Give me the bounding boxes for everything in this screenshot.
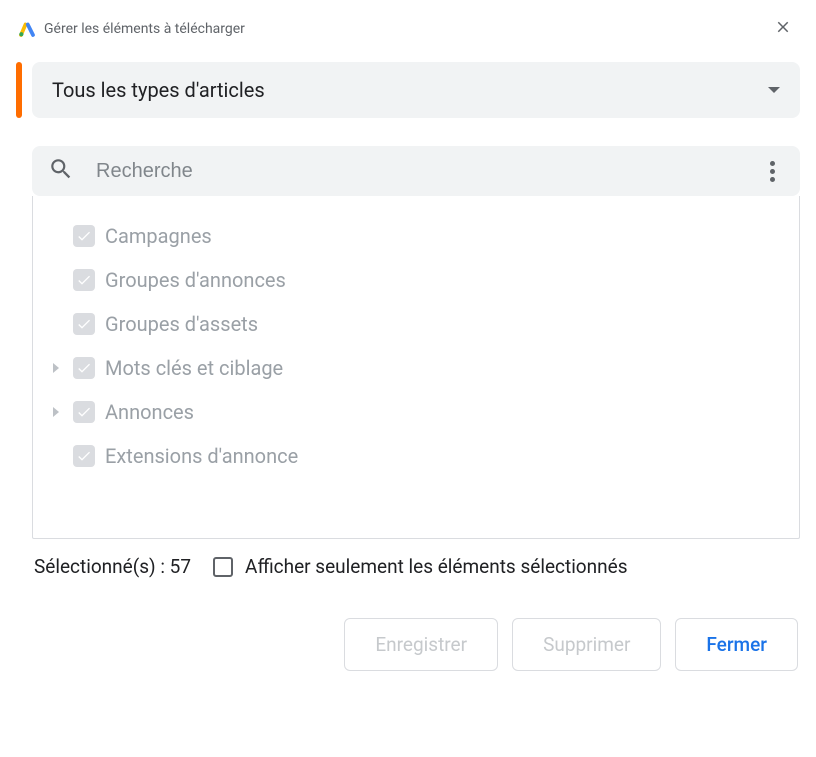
tree-label: Groupes d'assets: [105, 312, 258, 336]
checkbox-checked-icon[interactable]: [73, 401, 95, 423]
checkbox-checked-icon[interactable]: [73, 357, 95, 379]
checkbox-checked-icon[interactable]: [73, 445, 95, 467]
more-options-icon[interactable]: [760, 157, 784, 186]
search-icon: [48, 156, 74, 186]
delete-button[interactable]: Supprimer: [512, 618, 661, 671]
tree-item-annonces[interactable]: Annonces: [45, 390, 787, 434]
close-button[interactable]: Fermer: [675, 618, 798, 671]
tree-item-groupes-annonces[interactable]: Groupes d'annonces: [45, 258, 787, 302]
tree-label: Groupes d'annonces: [105, 268, 286, 292]
status-row: Sélectionné(s) : 57 Afficher seulement l…: [32, 539, 800, 578]
checkbox-checked-icon[interactable]: [73, 269, 95, 291]
show-selected-label: Afficher seulement les éléments sélectio…: [245, 555, 627, 578]
item-type-row: Tous les types d'articles: [16, 62, 800, 118]
expand-caret-icon[interactable]: [49, 363, 63, 373]
dialog-header: Gérer les éléments à télécharger: [16, 12, 800, 62]
tree-item-campagnes[interactable]: Campagnes: [45, 214, 787, 258]
tree-label: Campagnes: [105, 224, 212, 248]
expand-caret-icon[interactable]: [49, 407, 63, 417]
tree-label: Mots clés et ciblage: [105, 356, 283, 380]
manage-download-dialog: Gérer les éléments à télécharger Tous le…: [0, 0, 816, 691]
chevron-down-icon: [768, 87, 780, 93]
item-tree: Campagnes Groupes d'annonces Groupes d'a…: [32, 196, 800, 539]
header-left: Gérer les éléments à télécharger: [18, 20, 245, 38]
checkbox-unchecked-icon[interactable]: [213, 557, 233, 577]
search-bar: [32, 146, 800, 196]
save-button[interactable]: Enregistrer: [344, 618, 498, 671]
tree-item-extensions[interactable]: Extensions d'annonce: [45, 434, 787, 478]
dropdown-label: Tous les types d'articles: [52, 78, 265, 102]
item-type-dropdown[interactable]: Tous les types d'articles: [32, 62, 800, 118]
dialog-buttons: Enregistrer Supprimer Fermer: [16, 618, 800, 671]
checkbox-checked-icon[interactable]: [73, 313, 95, 335]
search-input[interactable]: [96, 160, 738, 183]
selected-count: Sélectionné(s) : 57: [34, 555, 191, 578]
dialog-title: Gérer les éléments à télécharger: [44, 21, 245, 37]
tree-label: Extensions d'annonce: [105, 444, 298, 468]
tree-item-mots-cles[interactable]: Mots clés et ciblage: [45, 346, 787, 390]
tree-label: Annonces: [105, 400, 194, 424]
show-selected-toggle[interactable]: Afficher seulement les éléments sélectio…: [213, 555, 627, 578]
tree-item-groupes-assets[interactable]: Groupes d'assets: [45, 302, 787, 346]
google-ads-logo-icon: [18, 20, 36, 38]
checkbox-checked-icon[interactable]: [73, 225, 95, 247]
close-icon[interactable]: [770, 14, 796, 44]
accent-bar: [16, 62, 22, 118]
